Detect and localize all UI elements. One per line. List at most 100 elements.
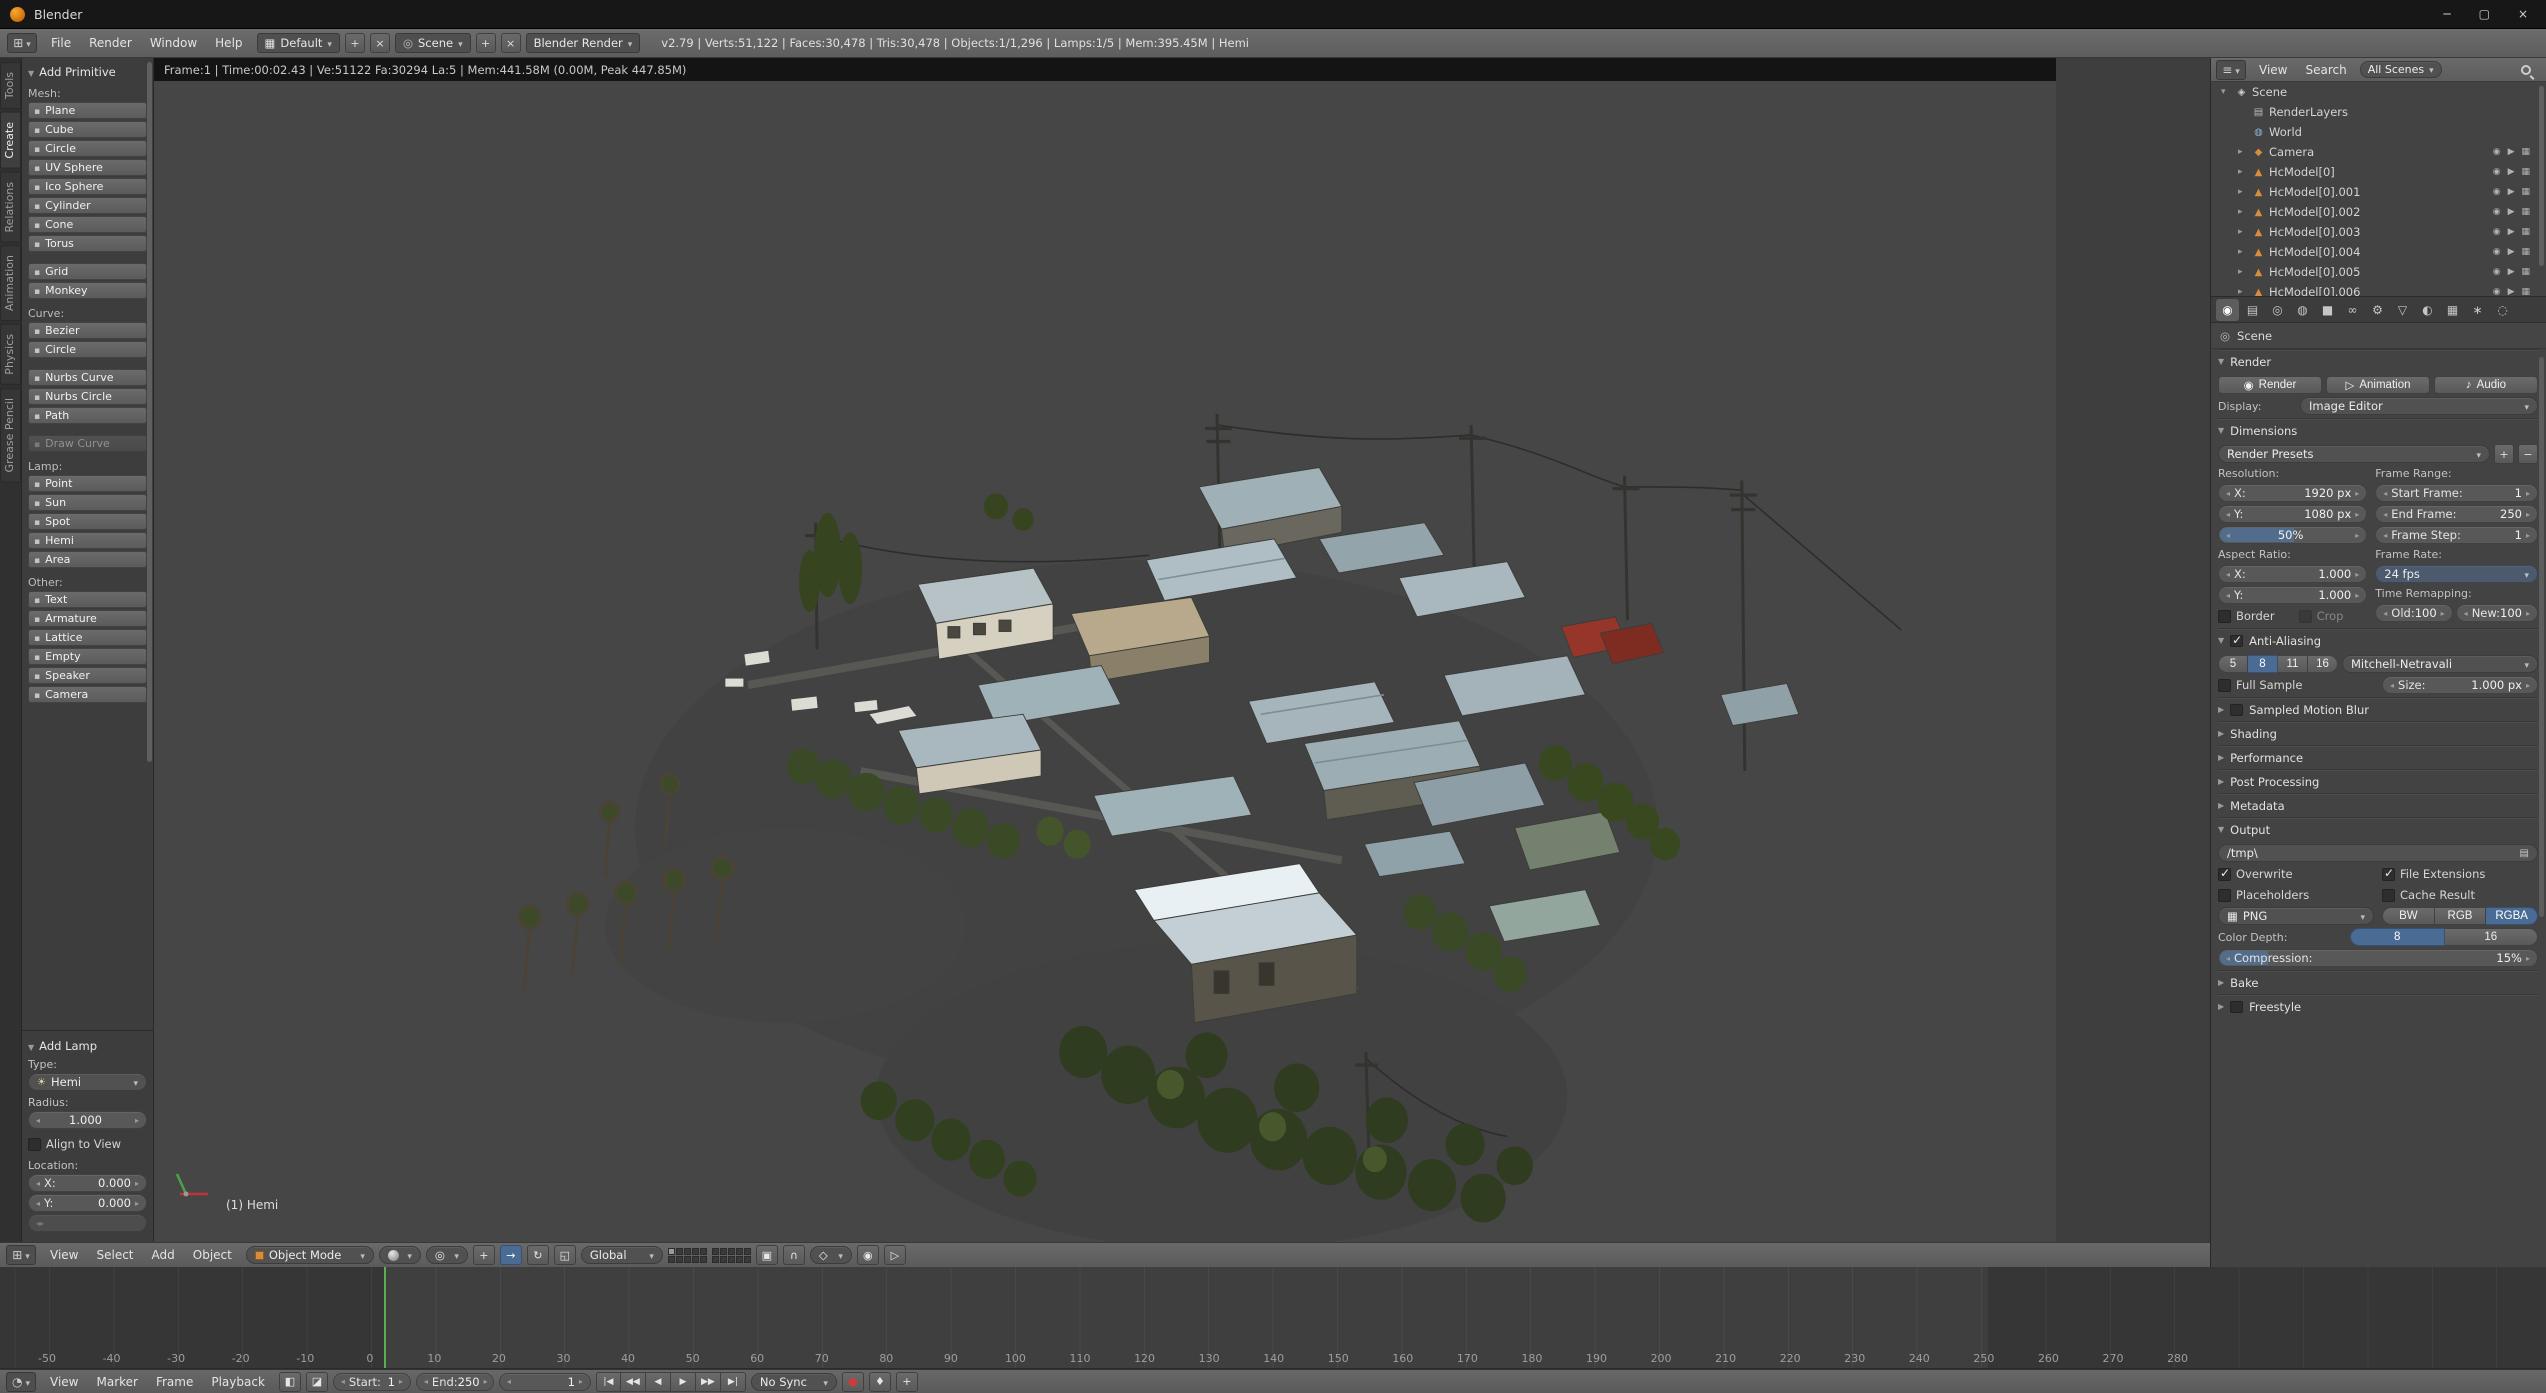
- frame-step-field[interactable]: Frame Step:1: [2375, 526, 2538, 544]
- align-to-view-checkbox[interactable]: [28, 1137, 41, 1151]
- viewport-menu-item[interactable]: Select: [87, 1245, 142, 1265]
- aa-samples-16-button[interactable]: 16: [2308, 655, 2338, 673]
- layer-toggle[interactable]: [683, 1255, 691, 1263]
- shading-dropdown[interactable]: [378, 1246, 421, 1264]
- viewport-menu-item[interactable]: Add: [143, 1245, 184, 1265]
- shelf-tab-grease-pencil[interactable]: Grease Pencil: [0, 387, 21, 483]
- expand-icon[interactable]: ▾: [2221, 87, 2231, 97]
- aa-filter-dropdown[interactable]: Mitchell-Netravali: [2342, 655, 2538, 673]
- folder-icon[interactable]: [2520, 848, 2529, 859]
- render-presets-dropdown[interactable]: Render Presets: [2218, 445, 2490, 463]
- file-format-dropdown[interactable]: PNG: [2218, 907, 2374, 925]
- tool-button[interactable]: Camera: [28, 686, 147, 703]
- delete-scene-button[interactable]: [500, 33, 521, 53]
- freestyle-checkbox[interactable]: [2230, 1000, 2244, 1013]
- visibility-eye-icon[interactable]: [2493, 227, 2501, 237]
- panel-header-performance[interactable]: Performance: [2218, 745, 2538, 769]
- insert-keyframe-button[interactable]: [895, 1371, 918, 1392]
- outliner-row[interactable]: ▸ ▲ HcModel[0].002: [2211, 202, 2546, 222]
- preview-range-toggle[interactable]: [278, 1371, 301, 1392]
- close-icon[interactable]: [2518, 7, 2528, 21]
- renderability-icon[interactable]: [2521, 167, 2530, 177]
- layer-toggle[interactable]: [727, 1247, 735, 1255]
- tool-button[interactable]: Path: [28, 407, 147, 424]
- tool-button[interactable]: Grid: [28, 263, 147, 280]
- snap-toggle[interactable]: [782, 1245, 805, 1265]
- properties-tab[interactable]: ◎: [2266, 299, 2289, 321]
- radius-field[interactable]: 1.000: [28, 1111, 147, 1129]
- outliner-item-name[interactable]: HcModel[0].002: [2269, 205, 2360, 219]
- outliner-row[interactable]: ▸ ▲ HcModel[0].001: [2211, 182, 2546, 202]
- properties-tab[interactable]: ◍: [2291, 299, 2314, 321]
- viewport-editor-selector[interactable]: [6, 1245, 36, 1265]
- menu-item[interactable]: Help: [206, 33, 251, 53]
- visibility-eye-icon[interactable]: [2493, 187, 2501, 197]
- channels-bw-button[interactable]: BW: [2382, 907, 2435, 925]
- renderability-icon[interactable]: [2521, 187, 2530, 197]
- outliner-menu-item[interactable]: View: [2250, 60, 2296, 80]
- menu-item[interactable]: File: [42, 33, 80, 53]
- tool-button[interactable]: Speaker: [28, 667, 147, 684]
- expand-icon[interactable]: ▸: [2238, 267, 2248, 277]
- layer-toggle[interactable]: [719, 1255, 727, 1263]
- shelf-tab-relations[interactable]: Relations: [0, 171, 21, 243]
- outliner-row[interactable]: ▸ ▲ HcModel[0]: [2211, 162, 2546, 182]
- aspect-x-field[interactable]: X:1.000: [2218, 565, 2368, 583]
- renderability-icon[interactable]: [2521, 267, 2530, 277]
- tool-button[interactable]: Circle: [28, 341, 147, 358]
- outliner-item-name[interactable]: HcModel[0].003: [2269, 225, 2360, 239]
- selectability-icon[interactable]: [2508, 267, 2515, 277]
- renderability-icon[interactable]: [2521, 227, 2530, 237]
- properties-scrollbar[interactable]: [2539, 357, 2544, 917]
- timeline-menu-item[interactable]: View: [41, 1372, 87, 1392]
- layer-toggle[interactable]: [691, 1247, 699, 1255]
- timeline-track[interactable]: -50 -40 -30 -20 -10 0 10 20 30 40 50 60 70 80 90 100 110…: [0, 1267, 2546, 1369]
- selectability-icon[interactable]: [2508, 147, 2515, 157]
- outliner-row[interactable]: ▾ ◈ Scene: [2211, 82, 2546, 102]
- layer-toggle[interactable]: [691, 1255, 699, 1263]
- tool-button[interactable]: Sun: [28, 494, 147, 511]
- selectability-icon[interactable]: [2508, 247, 2515, 257]
- shelf-tab-create[interactable]: Create: [0, 112, 21, 169]
- opengl-render-animation-button[interactable]: [883, 1245, 906, 1265]
- timeline-menu-item[interactable]: Playback: [202, 1372, 274, 1392]
- search-icon[interactable]: [2521, 64, 2531, 75]
- tool-button[interactable]: Empty: [28, 648, 147, 665]
- panel-header-sampled-motion-blur[interactable]: Sampled Motion Blur: [2218, 697, 2538, 721]
- panel-header-anti-aliasing[interactable]: Anti-Aliasing: [2218, 628, 2538, 652]
- tool-button[interactable]: Plane: [28, 102, 147, 119]
- scene-selector[interactable]: Scene: [394, 33, 471, 53]
- outliner-row[interactable]: ▸ ▲ HcModel[0].006: [2211, 282, 2546, 296]
- tool-button[interactable]: Text: [28, 591, 147, 608]
- add-layout-button[interactable]: [344, 33, 365, 53]
- visibility-eye-icon[interactable]: [2493, 207, 2501, 217]
- layer-toggle[interactable]: [675, 1255, 683, 1263]
- layer-toggle[interactable]: [719, 1247, 727, 1255]
- add-lamp-panel-header[interactable]: Add Lamp: [28, 1039, 147, 1053]
- anti-aliasing-checkbox[interactable]: [2230, 633, 2244, 647]
- next-keyframe-button[interactable]: [695, 1371, 721, 1392]
- animation-button[interactable]: Animation: [2326, 376, 2430, 394]
- timeline-editor-selector[interactable]: [6, 1371, 36, 1392]
- resolution-y-field[interactable]: Y:1080 px: [2218, 505, 2368, 523]
- screen-layout-selector[interactable]: Default: [256, 33, 340, 53]
- tool-button[interactable]: Nurbs Curve: [28, 369, 147, 386]
- outliner-row[interactable]: ▸ ▲ HcModel[0].004: [2211, 242, 2546, 262]
- properties-tab[interactable]: ∗: [2466, 299, 2489, 321]
- tool-button[interactable]: Torus: [28, 235, 147, 252]
- layer-toggle[interactable]: [727, 1255, 735, 1263]
- outliner-row[interactable]: ◍ World: [2211, 122, 2546, 142]
- crop-checkbox[interactable]: [2298, 609, 2312, 623]
- jump-to-end-button[interactable]: [720, 1371, 746, 1392]
- panel-header-metadata[interactable]: Metadata: [2218, 793, 2538, 817]
- tool-button[interactable]: Hemi: [28, 532, 147, 549]
- previous-keyframe-button[interactable]: [620, 1371, 646, 1392]
- channels-rgb-button[interactable]: RGB: [2434, 907, 2487, 925]
- outliner-item-name[interactable]: HcModel[0].005: [2269, 265, 2360, 279]
- panel-header-render[interactable]: Render: [2218, 349, 2538, 373]
- resolution-percentage-slider[interactable]: 50%: [2218, 526, 2368, 544]
- overwrite-checkbox[interactable]: [2218, 866, 2231, 881]
- visibility-eye-icon[interactable]: [2493, 267, 2501, 277]
- panel-header-post-processing[interactable]: Post Processing: [2218, 769, 2538, 793]
- expand-icon[interactable]: ▸: [2238, 227, 2248, 237]
